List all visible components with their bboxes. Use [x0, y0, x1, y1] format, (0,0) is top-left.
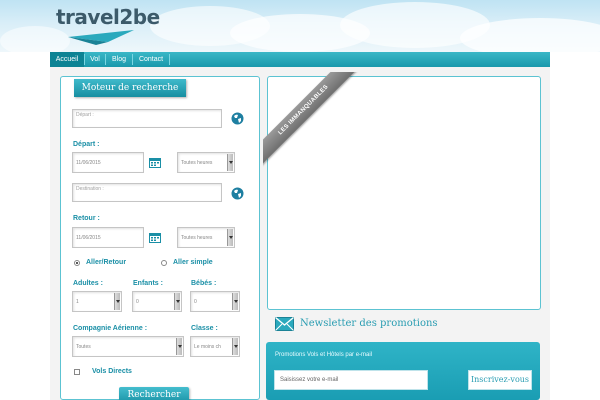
globe-icon[interactable] — [231, 112, 244, 125]
departure-date-input[interactable]: 11/06/2015 — [72, 152, 144, 173]
chevron-down-icon — [227, 154, 233, 171]
oneway-radio[interactable] — [161, 260, 167, 266]
babies-label: Bébés : — [191, 280, 217, 287]
roundtrip-radio[interactable] — [74, 260, 80, 266]
chevron-down-icon — [174, 293, 180, 310]
destination-city-input[interactable]: Destination : — [72, 183, 222, 202]
babies-value: 0 — [194, 299, 197, 305]
destination-city-placeholder: Destination : — [76, 186, 104, 192]
class-select[interactable]: Le moins ch — [190, 336, 240, 357]
logo[interactable]: travel2be — [56, 5, 160, 29]
departure-city-placeholder: Départ : — [76, 112, 94, 118]
return-date-input[interactable]: 11/06/2015 — [72, 227, 144, 248]
chevron-down-icon — [114, 293, 120, 310]
nav-item-accueil[interactable]: Accueil — [50, 52, 84, 67]
nav-item-vol[interactable]: Vol — [85, 52, 105, 67]
adults-select[interactable]: 1 — [72, 291, 122, 312]
newsletter-email-placeholder: Saisissez votre e-mail — [280, 377, 339, 383]
children-value: 0 — [136, 299, 139, 305]
airline-label: Compagnie Aérienne : — [73, 325, 148, 332]
calendar-icon[interactable] — [149, 232, 161, 243]
airline-value: Toutes — [76, 344, 91, 350]
search-button[interactable]: Rechercher — [119, 387, 189, 400]
chevron-down-icon — [176, 338, 182, 355]
return-time-select[interactable]: Toutes heures — [177, 227, 235, 248]
promo-ribbon: LES IMMANQUABLES — [263, 72, 359, 168]
return-label: Retour : — [73, 215, 100, 222]
newsletter-subscribe-button[interactable]: Inscrivez-vous — [468, 370, 532, 390]
departure-city-input[interactable]: Départ : — [72, 109, 222, 128]
direct-flights-checkbox[interactable] — [74, 369, 80, 375]
globe-icon[interactable] — [231, 187, 244, 200]
search-panel-title: Moteur de recherche — [74, 79, 186, 97]
return-date-value: 11/06/2015 — [76, 235, 101, 241]
chevron-down-icon — [227, 229, 233, 246]
newsletter-title: Newsletter des promotions — [300, 318, 438, 329]
adults-label: Adultes : — [73, 280, 103, 287]
chevron-down-icon — [232, 338, 238, 355]
paper-plane-icon — [68, 30, 134, 45]
chevron-down-icon — [232, 293, 238, 310]
newsletter-email-input[interactable]: Saisissez votre e-mail — [274, 370, 428, 390]
departure-time-value: Toutes heures — [181, 160, 213, 166]
children-select[interactable]: 0 — [132, 291, 182, 312]
direct-flights-label: Vols Directs — [92, 368, 132, 375]
class-label: Classe : — [191, 325, 218, 332]
return-time-value: Toutes heures — [181, 235, 213, 241]
roundtrip-label: Aller/Retour — [86, 259, 127, 266]
airline-select[interactable]: Toutes — [72, 336, 184, 357]
page-root: travel2be Accueil Vol Blog Contact Moteu… — [0, 0, 600, 400]
departure-time-select[interactable]: Toutes heures — [177, 152, 235, 173]
header: travel2be — [0, 0, 600, 52]
nav-item-blog[interactable]: Blog — [106, 52, 132, 67]
main-nav: Accueil Vol Blog Contact — [50, 52, 550, 67]
nav-item-contact[interactable]: Contact — [133, 52, 169, 67]
envelope-icon — [275, 317, 294, 331]
children-label: Enfants : — [133, 280, 163, 287]
babies-select[interactable]: 0 — [190, 291, 240, 312]
newsletter-subtitle: Promotions Vols et Hôtels par e-mail — [275, 352, 373, 358]
adults-value: 1 — [76, 299, 79, 305]
oneway-label: Aller simple — [173, 259, 213, 266]
promo-ribbon-text: LES IMMANQUABLES — [263, 72, 359, 168]
departure-label: Départ : — [73, 141, 100, 148]
class-value: Le moins ch — [194, 344, 221, 350]
departure-date-value: 11/06/2015 — [76, 160, 101, 166]
calendar-icon[interactable] — [149, 157, 161, 168]
